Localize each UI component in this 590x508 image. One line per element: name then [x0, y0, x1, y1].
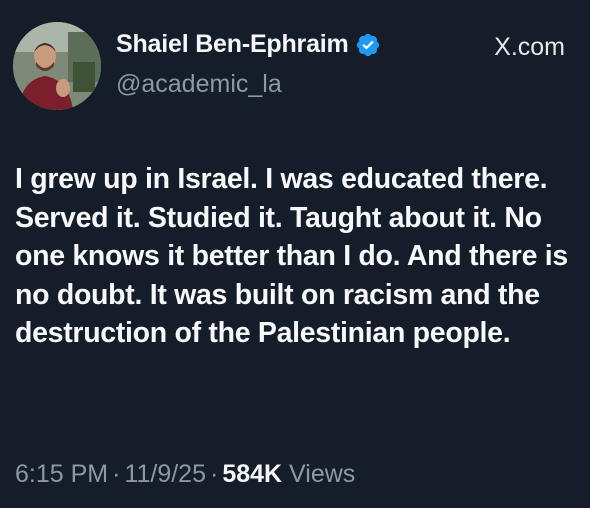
author-handle[interactable]: @academic_la [116, 70, 282, 99]
author-display-name[interactable]: Shaiel Ben-Ephraim [116, 30, 349, 59]
profile-photo-icon [13, 22, 101, 110]
verified-badge-icon [355, 32, 381, 58]
source-label: X.com [494, 33, 565, 61]
avatar[interactable] [13, 22, 101, 110]
author-name-row: Shaiel Ben-Ephraim [116, 30, 381, 59]
views-count: 584K [222, 460, 283, 488]
post-metadata: 6:15 PM · 11/9/25 · 584K Views [15, 460, 355, 489]
separator-dot: · [210, 460, 219, 488]
separator-dot: · [112, 460, 121, 488]
post-time[interactable]: 6:15 PM [15, 460, 108, 488]
post-card: Shaiel Ben-Ephraim @academic_la X.com I … [0, 0, 590, 508]
post-date[interactable]: 11/9/25 [124, 460, 206, 488]
post-text: I grew up in Israel. I was educated ther… [15, 163, 568, 349]
views-label: Views [289, 460, 356, 488]
